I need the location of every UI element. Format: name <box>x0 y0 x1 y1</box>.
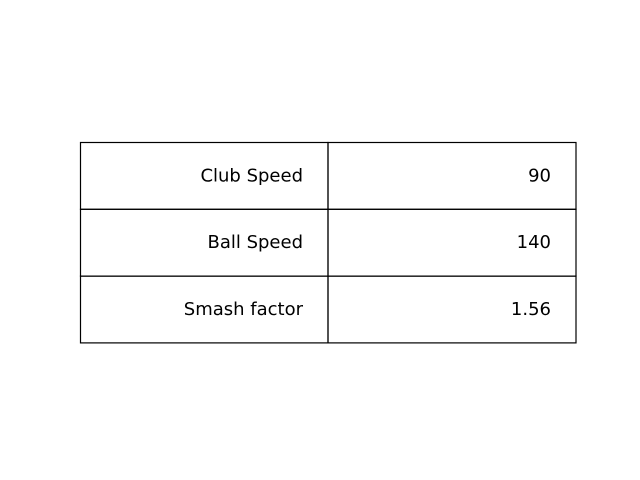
row-label: Smash factor <box>184 299 304 320</box>
row-value: 1.56 <box>511 299 551 320</box>
row-value: 90 <box>528 165 551 186</box>
row-value: 140 <box>517 232 551 253</box>
row-label: Ball Speed <box>207 232 303 253</box>
table-figure: Club Speed 90 Ball Speed 140 Smash factor 1.5… <box>0 0 640 480</box>
row-label: Club Speed <box>200 165 303 186</box>
